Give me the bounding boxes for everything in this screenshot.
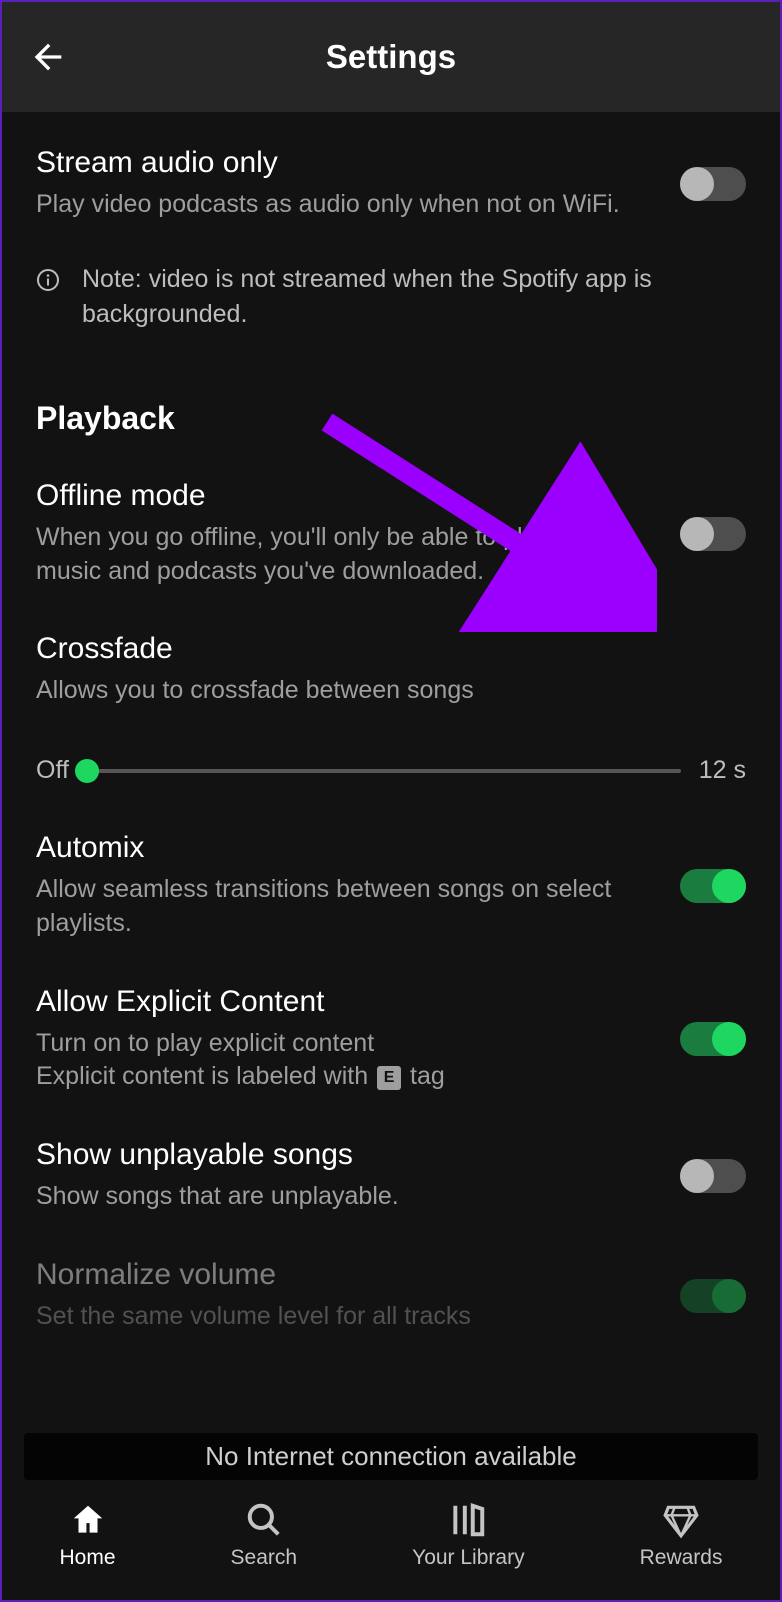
- settings-content: Stream audio only Play video podcasts as…: [2, 112, 780, 1344]
- explicit-desc-line2a: Explicit content is labeled with: [36, 1062, 375, 1090]
- nav-label: Your Library: [412, 1546, 524, 1570]
- back-button[interactable]: [24, 33, 72, 81]
- setting-offline-mode[interactable]: Offline mode When you go offline, you'll…: [36, 445, 746, 599]
- setting-crossfade: Crossfade Allows you to crossfade betwee…: [36, 598, 746, 708]
- toggle-stream-audio-only[interactable]: [680, 167, 746, 201]
- setting-title: Automix: [36, 831, 650, 865]
- nav-home[interactable]: Home: [60, 1500, 116, 1570]
- setting-title: Stream audio only: [36, 146, 650, 180]
- setting-desc: Play video podcasts as audio only when n…: [36, 188, 650, 222]
- crossfade-max-label: 12 s: [699, 756, 746, 785]
- setting-normalize-volume[interactable]: Normalize volume Set the same volume lev…: [36, 1224, 746, 1344]
- explicit-tag-icon: E: [377, 1066, 401, 1090]
- setting-title: Offline mode: [36, 479, 650, 513]
- toggle-normalize-volume[interactable]: [680, 1279, 746, 1313]
- toggle-unplayable-songs[interactable]: [680, 1159, 746, 1193]
- diamond-icon: [661, 1500, 701, 1540]
- setting-desc: Turn on to play explicit content Explici…: [36, 1027, 650, 1095]
- crossfade-min-label: Off: [36, 756, 69, 785]
- crossfade-slider[interactable]: [87, 769, 681, 773]
- info-note-text: Note: video is not streamed when the Spo…: [82, 262, 746, 332]
- setting-title: Show unplayable songs: [36, 1138, 650, 1172]
- setting-desc: Allows you to crossfade between songs: [36, 674, 716, 708]
- setting-desc: When you go offline, you'll only be able…: [36, 521, 650, 589]
- setting-unplayable-songs[interactable]: Show unplayable songs Show songs that ar…: [36, 1104, 746, 1224]
- setting-title: Allow Explicit Content: [36, 985, 650, 1019]
- arrow-left-icon: [28, 37, 68, 77]
- setting-automix[interactable]: Automix Allow seamless transitions betwe…: [36, 797, 746, 951]
- home-icon: [68, 1500, 108, 1540]
- toggle-offline-mode[interactable]: [680, 517, 746, 551]
- setting-title: Normalize volume: [36, 1258, 650, 1292]
- crossfade-slider-thumb[interactable]: [75, 759, 99, 783]
- explicit-desc-line2b: tag: [403, 1062, 445, 1090]
- explicit-desc-line1: Turn on to play explicit content: [36, 1029, 374, 1057]
- nav-search[interactable]: Search: [231, 1500, 298, 1570]
- setting-desc: Allow seamless transitions between songs…: [36, 873, 650, 941]
- nav-label: Home: [60, 1546, 116, 1570]
- crossfade-slider-row: Off 12 s: [36, 708, 746, 797]
- nav-label: Rewards: [640, 1546, 723, 1570]
- library-icon: [448, 1500, 488, 1540]
- nav-rewards[interactable]: Rewards: [640, 1500, 723, 1570]
- nav-library[interactable]: Your Library: [412, 1500, 524, 1570]
- setting-title: Crossfade: [36, 632, 716, 666]
- info-icon: [36, 268, 60, 292]
- section-header-playback: Playback: [36, 342, 746, 445]
- nav-label: Search: [231, 1546, 298, 1570]
- setting-desc: Set the same volume level for all tracks: [36, 1300, 650, 1334]
- toggle-explicit-content[interactable]: [680, 1022, 746, 1056]
- toggle-automix[interactable]: [680, 869, 746, 903]
- header-bar: Settings: [2, 2, 780, 112]
- search-icon: [244, 1500, 284, 1540]
- bottom-nav: Home Search Your Library Rewards: [2, 1480, 780, 1600]
- setting-explicit-content[interactable]: Allow Explicit Content Turn on to play e…: [36, 951, 746, 1105]
- setting-stream-audio-only[interactable]: Stream audio only Play video podcasts as…: [36, 112, 746, 232]
- info-note-row: Note: video is not streamed when the Spo…: [36, 232, 746, 342]
- toast-no-internet: No Internet connection available: [24, 1433, 758, 1480]
- setting-desc: Show songs that are unplayable.: [36, 1180, 650, 1214]
- page-title: Settings: [2, 38, 780, 76]
